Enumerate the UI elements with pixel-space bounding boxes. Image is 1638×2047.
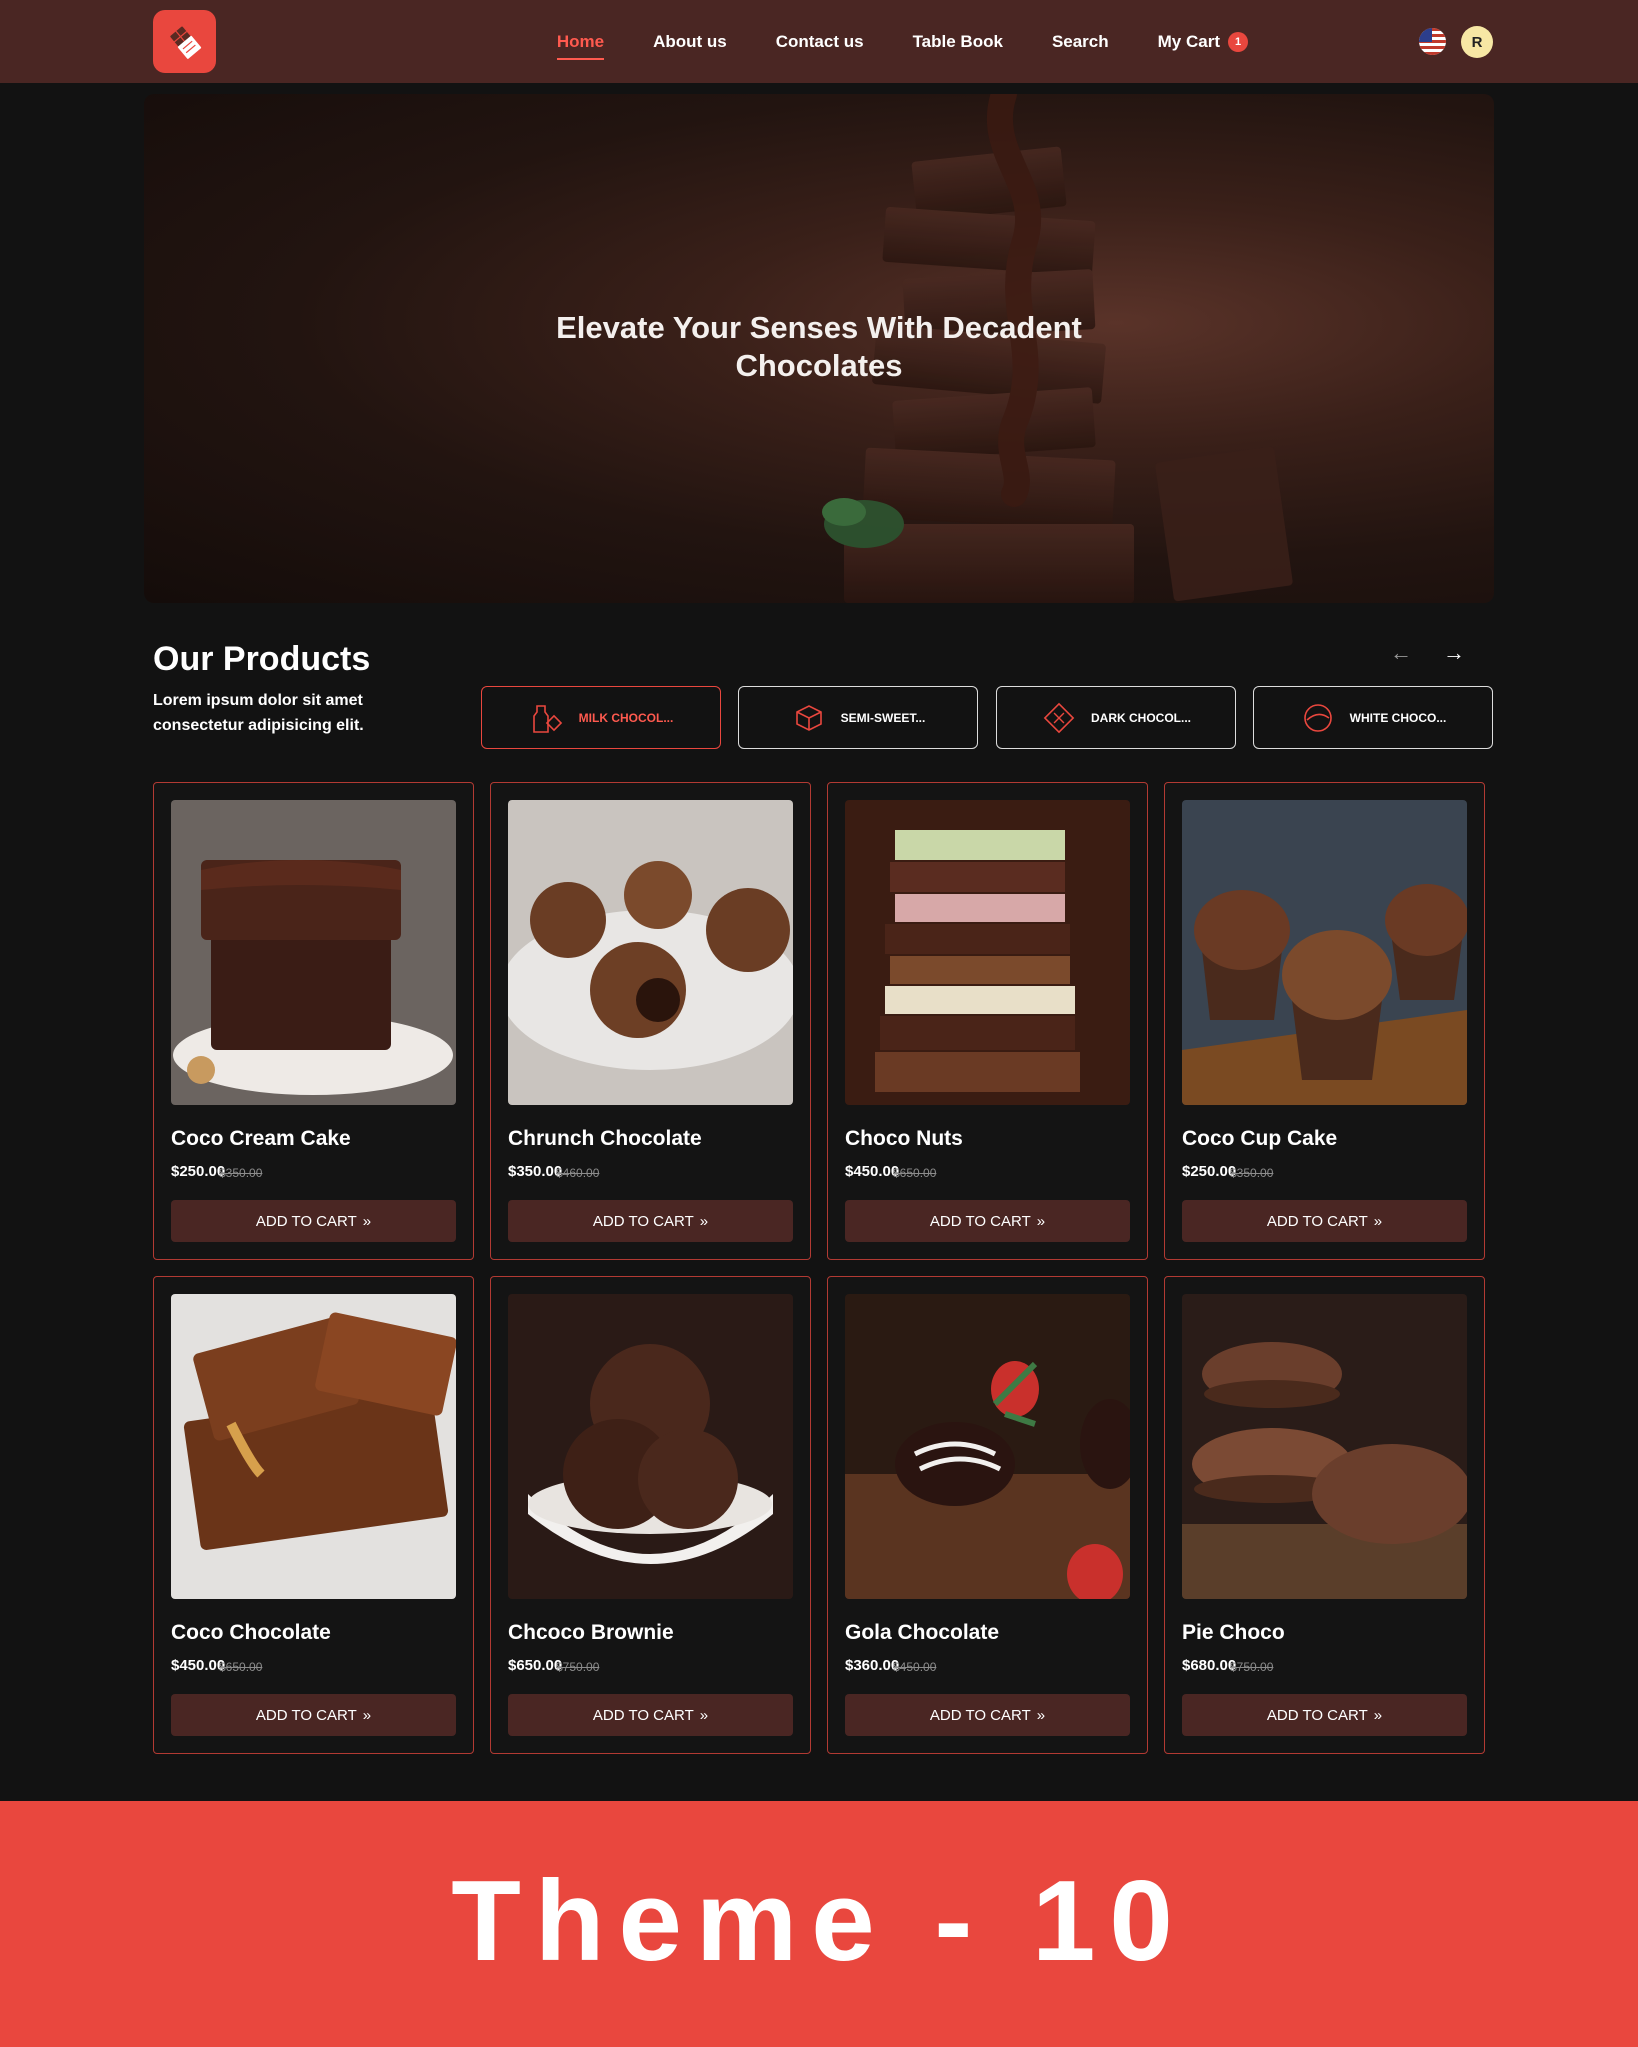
product-name: Pie Choco [1182,1621,1285,1644]
add-to-cart-button[interactable]: ADD TO CART » [508,1200,793,1242]
add-to-cart-label: ADD TO CART [255,1706,357,1724]
section-title: Our Products [153,640,371,678]
product-price: $450.00 [171,1657,226,1674]
us-flag-icon[interactable] [1419,28,1446,55]
top-navbar: Home About us Contact us Table Book Sear… [0,0,1638,83]
category-label: MILK CHOCOL... [578,710,674,725]
product-card[interactable]: Coco Chocolate $450.00 $650.00 ADD TO CA… [153,1276,474,1754]
product-card[interactable]: Coco Cream Cake $250.00 $350.00 ADD TO C… [153,782,474,1260]
double-chevron-right-icon: » [699,1212,709,1230]
add-to-cart-button[interactable]: ADD TO CART » [508,1694,793,1736]
double-chevron-right-icon: » [362,1706,372,1724]
product-card[interactable]: Chrunch Chocolate $350.00 $460.00 ADD TO… [490,782,811,1260]
cart-count-badge: 1 [1228,31,1248,52]
nav-my-cart-label: My Cart [1157,31,1220,51]
product-image-cupcakes[interactable] [1182,800,1467,1105]
dark-chocolate-icon [1043,702,1075,733]
product-image-ice-cream[interactable] [508,1294,793,1599]
category-milk-chocolate[interactable]: MILK CHOCOL... [481,686,721,749]
arrow-right-icon[interactable]: → [1443,640,1465,666]
product-name: Chrunch Chocolate [508,1127,702,1150]
nav-home[interactable]: Home [556,32,605,60]
double-chevron-right-icon: » [1373,1706,1383,1724]
chocolate-logo-icon[interactable] [153,10,216,73]
add-to-cart-label: ADD TO CART [255,1212,357,1230]
product-price: $450.00 [845,1163,900,1180]
nav-about-us[interactable]: About us [653,32,727,52]
product-name: Coco Cream Cake [171,1127,351,1150]
hero-banner: Elevate Your Senses With Decadent Chocol… [144,94,1494,603]
add-to-cart-label: ADD TO CART [929,1212,1031,1230]
double-chevron-right-icon: » [1373,1212,1383,1230]
hero-title-line1: Elevate Your Senses With Decadent [556,310,1082,345]
double-chevron-right-icon: » [699,1706,709,1724]
product-old-price: $450.00 [893,1660,937,1674]
product-old-price: $350.00 [1230,1166,1274,1180]
category-label: WHITE CHOCO... [1349,710,1447,725]
add-to-cart-button[interactable]: ADD TO CART » [845,1694,1130,1736]
section-description: Lorem ipsum dolor sit amet consectetur a… [153,692,364,734]
product-price: $350.00 [508,1163,563,1180]
product-name: Choco Nuts [845,1127,963,1150]
add-to-cart-button[interactable]: ADD TO CART » [845,1200,1130,1242]
product-image-caramel-bar[interactable] [171,1294,456,1599]
product-name: Gola Chocolate [845,1621,1000,1644]
add-to-cart-button[interactable]: ADD TO CART » [171,1694,456,1736]
product-card[interactable]: Coco Cup Cake $250.00 $350.00 ADD TO CAR… [1164,782,1485,1260]
arrow-left-icon[interactable]: ← [1390,640,1412,666]
hero-title: Elevate Your Senses With Decadent Chocol… [144,309,1494,385]
product-image-macarons[interactable] [1182,1294,1467,1599]
theme-banner: Theme - 10 [0,1801,1638,2047]
nav-table-book[interactable]: Table Book [913,32,1003,52]
product-price: $680.00 [1182,1657,1237,1674]
white-chocolate-icon [1303,703,1332,732]
add-to-cart-button[interactable]: ADD TO CART » [1182,1694,1467,1736]
theme-banner-text: Theme - 10 [451,1857,1187,1985]
product-name: Chcoco Brownie [508,1621,674,1644]
product-price: $650.00 [508,1657,563,1674]
semi-sweet-icon [795,704,822,731]
add-to-cart-label: ADD TO CART [592,1212,694,1230]
double-chevron-right-icon: » [1036,1212,1046,1230]
product-old-price: $650.00 [219,1660,263,1674]
nav-search[interactable]: Search [1052,32,1109,52]
product-name: Coco Chocolate [171,1621,331,1644]
product-image-brownie-stack[interactable] [171,800,456,1105]
product-card[interactable]: Choco Nuts $450.00 $650.00 ADD TO CART » [827,782,1148,1260]
product-card[interactable]: Chcoco Brownie $650.00 $750.00 ADD TO CA… [490,1276,811,1754]
double-chevron-right-icon: » [362,1212,372,1230]
user-avatar[interactable]: R [1461,26,1493,58]
add-to-cart-label: ADD TO CART [592,1706,694,1724]
category-label: SEMI-SWEET... [840,710,926,725]
product-old-price: $750.00 [556,1660,600,1674]
product-image-truffles[interactable] [508,800,793,1105]
product-card[interactable]: Pie Choco $680.00 $750.00 ADD TO CART » [1164,1276,1485,1754]
product-name: Coco Cup Cake [1182,1127,1338,1150]
category-label: DARK CHOCOL... [1091,710,1191,725]
product-old-price: $650.00 [893,1166,937,1180]
product-old-price: $460.00 [556,1166,600,1180]
main-nav: Home About us Contact us Table Book Sear… [556,0,1248,83]
add-to-cart-button[interactable]: ADD TO CART » [1182,1200,1467,1242]
nav-my-cart[interactable]: My Cart 1 [1157,31,1248,52]
add-to-cart-label: ADD TO CART [929,1706,1031,1724]
add-to-cart-label: ADD TO CART [1266,1212,1368,1230]
add-to-cart-label: ADD TO CART [1266,1706,1368,1724]
product-price: $360.00 [845,1657,900,1674]
category-white-chocolate[interactable]: WHITE CHOCO... [1253,686,1493,749]
product-image-nut-bars[interactable] [845,800,1130,1105]
product-old-price: $350.00 [219,1166,263,1180]
category-semi-sweet[interactable]: SEMI-SWEET... [738,686,978,749]
product-price: $250.00 [1182,1163,1237,1180]
add-to-cart-button[interactable]: ADD TO CART » [171,1200,456,1242]
double-chevron-right-icon: » [1036,1706,1046,1724]
nav-contact-us[interactable]: Contact us [776,32,864,52]
milk-chocolate-icon [532,704,562,733]
product-image-strawberries[interactable] [845,1294,1130,1599]
category-dark-chocolate[interactable]: DARK CHOCOL... [996,686,1236,749]
product-price: $250.00 [171,1163,226,1180]
product-old-price: $750.00 [1230,1660,1274,1674]
product-card[interactable]: Gola Chocolate $360.00 $450.00 ADD TO CA… [827,1276,1148,1754]
hero-title-line2: Chocolates [735,348,903,383]
